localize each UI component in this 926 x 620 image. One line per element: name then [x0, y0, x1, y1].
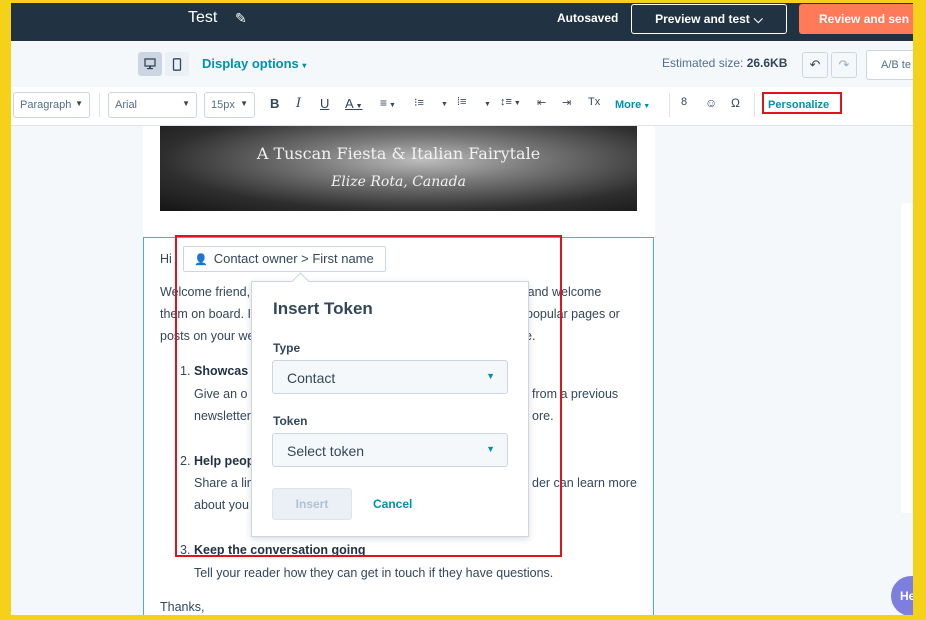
- preview-label: Preview and test: [655, 12, 750, 26]
- ab-test-button[interactable]: A/B te: [866, 50, 913, 80]
- email-title[interactable]: Test: [188, 9, 217, 27]
- caret-down-icon: ▼: [387, 102, 396, 109]
- toolbar-divider: [669, 93, 670, 117]
- font-family-dropdown[interactable]: Arial ▼: [108, 92, 197, 118]
- review-and-send-button[interactable]: Review and sen: [799, 4, 913, 34]
- underline-button[interactable]: U: [320, 96, 329, 111]
- outdent-icon[interactable]: ⇤: [537, 96, 546, 109]
- numbered-list-icon: ⁞≡: [457, 96, 467, 108]
- redo-button[interactable]: ↷: [831, 52, 857, 78]
- desktop-icon: [144, 58, 156, 70]
- text-color-button[interactable]: A ▼: [345, 96, 363, 111]
- estimated-size-value: 26.6KB: [746, 56, 788, 70]
- font-size-dropdown[interactable]: 15px ▼: [204, 92, 255, 118]
- desktop-view-button[interactable]: [138, 52, 162, 76]
- editor-window: Test ✎ Autosaved Preview and test ⌵ Revi…: [11, 3, 913, 615]
- hero-subtitle: Elize Rota, Canada: [331, 174, 466, 190]
- paragraph-style-value: Paragraph: [20, 99, 72, 111]
- link-icon[interactable]: 8: [681, 96, 687, 108]
- mobile-icon: [172, 57, 182, 71]
- numbered-list-button[interactable]: ⁞≡: [457, 96, 466, 108]
- undo-icon: ↶: [809, 57, 821, 72]
- estimated-size-label: Estimated size:: [662, 56, 747, 70]
- caret-down-icon: ▾: [302, 61, 307, 70]
- caret-down-icon: ▼: [182, 99, 190, 108]
- paragraph-style-dropdown[interactable]: Paragraph ▼: [13, 92, 90, 118]
- bold-button[interactable]: B: [270, 96, 279, 111]
- highlight-box: [175, 235, 562, 557]
- clear-format-icon[interactable]: Tx: [588, 96, 600, 108]
- help-button[interactable]: He: [891, 576, 913, 615]
- display-options-label: Display options: [202, 56, 299, 71]
- align-dropdown[interactable]: ≡ ▼: [380, 96, 396, 110]
- greeting-text: Hi: [160, 252, 172, 266]
- caret-down-icon: ▼: [641, 103, 651, 110]
- pencil-icon[interactable]: ✎: [235, 10, 247, 27]
- line-height-icon: ↕≡: [500, 96, 512, 108]
- font-size-value: 15px: [211, 99, 235, 111]
- undo-button[interactable]: ↶: [802, 52, 828, 78]
- hero-title: A Tuscan Fiesta & Italian Fairytale: [256, 144, 541, 163]
- indent-icon[interactable]: ⇥: [562, 96, 571, 109]
- estimated-size: Estimated size: 26.6KB: [662, 56, 787, 70]
- toolbar-divider: [754, 93, 755, 117]
- bullet-list-icon: ⁝≡: [414, 97, 424, 109]
- align-left-icon: ≡: [380, 96, 388, 110]
- mobile-view-button[interactable]: [165, 52, 189, 76]
- caret-down-icon: ▼: [353, 103, 363, 110]
- special-character-icon[interactable]: Ω: [731, 96, 740, 110]
- redo-icon: ↷: [838, 57, 850, 72]
- bullet-list-button[interactable]: ⁝≡: [414, 96, 424, 109]
- caret-down-icon[interactable]: ▼: [484, 101, 491, 108]
- emoji-icon[interactable]: ☺: [705, 96, 717, 110]
- chevron-down-icon: ⌵: [753, 11, 763, 26]
- side-panel: [901, 203, 913, 513]
- hero-image[interactable]: A Tuscan Fiesta & Italian Fairytale Eliz…: [160, 126, 637, 211]
- caret-down-icon: ▼: [75, 99, 83, 108]
- more-label: More: [615, 99, 642, 111]
- caret-down-icon: ▼: [511, 100, 521, 107]
- caret-down-icon: ▼: [240, 99, 248, 108]
- font-family-value: Arial: [115, 99, 138, 111]
- closing-text: Thanks,: [160, 600, 205, 614]
- text-color-label: A: [345, 96, 354, 111]
- display-options-dropdown[interactable]: Display options ▾: [202, 56, 306, 71]
- caret-down-icon[interactable]: ▼: [441, 101, 448, 108]
- italic-button[interactable]: I: [296, 96, 301, 111]
- more-dropdown[interactable]: More ▼: [615, 99, 650, 111]
- highlight-box: [762, 92, 842, 114]
- toolbar-divider: [99, 93, 100, 117]
- line-height-dropdown[interactable]: ↕≡ ▼: [500, 96, 521, 108]
- autosave-status: Autosaved: [557, 11, 619, 25]
- body-text: Tell your reader how they can get in tou…: [194, 566, 554, 580]
- preview-and-test-button[interactable]: Preview and test ⌵: [631, 4, 787, 34]
